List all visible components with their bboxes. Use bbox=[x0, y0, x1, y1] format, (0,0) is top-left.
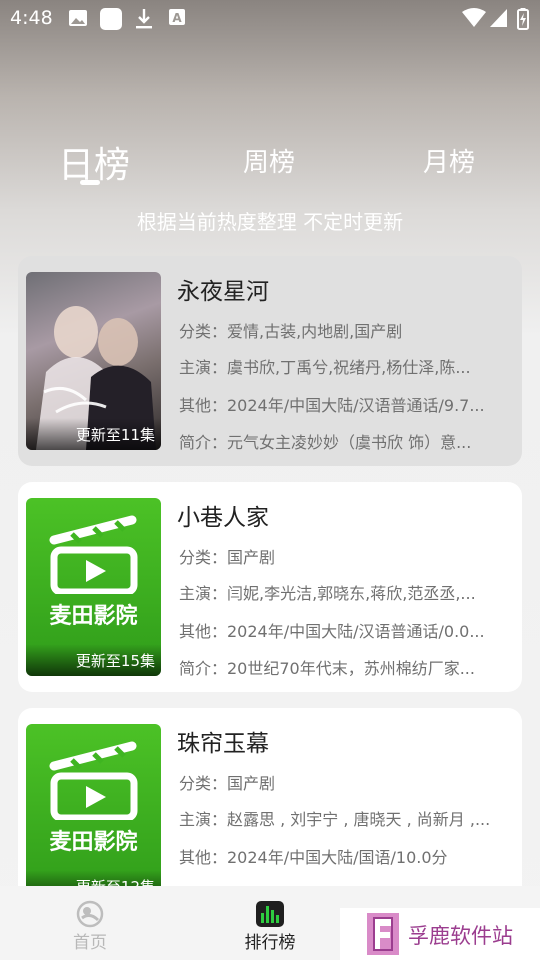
nav-ranking[interactable]: 排行榜 bbox=[220, 886, 320, 960]
drama-other: 其他：2024年/中国大陆/国语/10.0分 bbox=[179, 848, 448, 867]
episode-status: 更新至15集 bbox=[75, 652, 155, 670]
ranking-subtitle: 根据当前热度整理 不定时更新 bbox=[136, 210, 404, 234]
drama-cast: 主演：虞书欣,丁禹兮,祝绪丹,杨仕泽,陈... bbox=[179, 358, 471, 377]
image-notification-icon bbox=[69, 10, 87, 26]
drama-title: 永夜星河 bbox=[177, 279, 269, 305]
app-notification-icon bbox=[100, 8, 122, 30]
watermark-logo-icon bbox=[367, 913, 399, 955]
active-tab-indicator bbox=[80, 180, 100, 185]
drama-other: 其他：2024年/中国大陆/汉语普通话/9.7... bbox=[179, 396, 485, 415]
drama-cast: 主演：闫妮,李光洁,郭晓东,蒋欣,范丞丞,... bbox=[179, 584, 476, 603]
drama-category: 分类：国产剧 bbox=[179, 774, 276, 793]
status-time: 4:48 bbox=[10, 7, 53, 29]
drama-title: 小巷人家 bbox=[177, 505, 269, 531]
wifi-icon bbox=[462, 8, 486, 27]
cellular-signal-icon bbox=[490, 9, 507, 27]
font-notification-icon: A bbox=[169, 9, 185, 25]
drama-category: 分类：国产剧 bbox=[179, 548, 276, 567]
poster-brand: 麦田影院 bbox=[49, 830, 138, 855]
episode-status: 更新至11集 bbox=[75, 426, 155, 444]
drama-title: 珠帘玉幕 bbox=[177, 731, 269, 757]
tab-weekly[interactable]: 周榜 bbox=[243, 142, 295, 179]
drama-cast: 主演：赵露思 , 刘宇宁 , 唐晓天 , 尚新月 ,... bbox=[179, 810, 491, 829]
watermark: 孚鹿软件站 bbox=[340, 908, 540, 960]
watermark-text: 孚鹿软件站 bbox=[408, 924, 513, 948]
poster-brand: 麦田影院 bbox=[49, 604, 138, 629]
clapperboard-icon bbox=[49, 741, 138, 820]
nav-home[interactable]: 首页 bbox=[40, 886, 140, 960]
svg-text:A: A bbox=[172, 11, 182, 25]
poster-image: 麦田影院 更新至12集 bbox=[26, 724, 161, 902]
home-icon bbox=[76, 900, 104, 928]
nav-ranking-label: 排行榜 bbox=[244, 933, 296, 953]
drama-category: 分类：爱情,古装,内地剧,国产剧 bbox=[179, 322, 403, 341]
drama-intro: 简介：元气女主凌妙妙（虞书欣 饰）意... bbox=[179, 433, 472, 452]
poster-image: 麦田影院 更新至15集 bbox=[26, 498, 161, 676]
clapperboard-icon bbox=[49, 515, 138, 594]
battery-charging-icon bbox=[517, 8, 529, 30]
ranking-card[interactable]: 更新至11集 永夜星河 分类：爱情,古装,内地剧,国产剧 主演：虞书欣,丁禹兮,… bbox=[18, 256, 522, 466]
nav-home-label: 首页 bbox=[73, 933, 107, 953]
poster-image: 更新至11集 bbox=[26, 272, 161, 450]
status-bar: 4:48 A bbox=[0, 0, 540, 38]
tab-monthly[interactable]: 月榜 bbox=[423, 142, 475, 179]
drama-other: 其他：2024年/中国大陆/汉语普通话/0.0... bbox=[179, 622, 485, 641]
download-icon bbox=[136, 9, 152, 29]
ranking-card[interactable]: 麦田影院 更新至15集 小巷人家 分类：国产剧 主演：闫妮,李光洁,郭晓东,蒋欣… bbox=[18, 482, 522, 692]
ranking-icon bbox=[256, 901, 284, 927]
drama-intro: 简介：20世纪70年代末，苏州棉纺厂家... bbox=[179, 659, 475, 678]
